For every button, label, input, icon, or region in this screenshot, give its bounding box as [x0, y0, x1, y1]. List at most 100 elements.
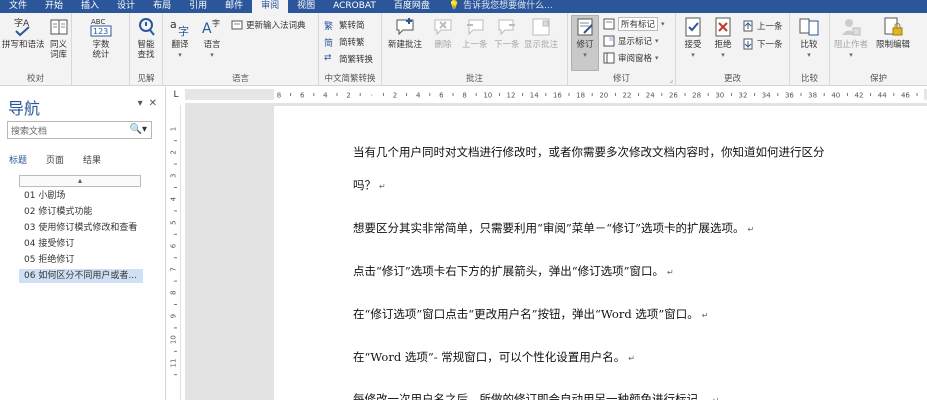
nav-heading[interactable]: 04 接受修订: [19, 237, 143, 251]
word-count-icon: ABC123: [90, 18, 112, 37]
menu-bar: 文件 开始 插入 设计 布局 引用 邮件 审阅 视图 ACROBAT 百度网盘 …: [0, 0, 927, 13]
group-comments: 新建批注 删除 上一条 下一条 显示批注 批注: [382, 13, 568, 86]
traditional-icon: 简: [324, 39, 334, 49]
paragraph[interactable]: 点击“修订”选项卡右下方的扩展箭头，弹出“修订选项”窗口。 ↵: [353, 263, 674, 279]
ruler-number: 4: [416, 92, 421, 100]
vertical-ruler-number: 9: [170, 314, 178, 318]
group-label-compare: 比较: [800, 74, 818, 84]
nav-tab-pages[interactable]: 页面: [46, 153, 64, 166]
word-count-button[interactable]: ABC 123 字数统计: [90, 16, 112, 60]
chevron-down-icon: ▾: [210, 51, 214, 59]
nav-heading[interactable]: 05 拒绝修订: [19, 253, 143, 267]
chevron-down-icon: ▾: [807, 51, 811, 59]
nav-tab-headings[interactable]: 标题: [9, 153, 27, 166]
tell-me-text: 告诉我您想要做什么...: [463, 1, 553, 11]
previous-change-button[interactable]: 上一条: [742, 19, 783, 33]
accept-button[interactable]: 接受 ▾: [682, 16, 704, 60]
language-button[interactable]: A字 语言 ▾: [201, 16, 223, 60]
next-change-button[interactable]: 下一条: [742, 37, 783, 51]
tab-acrobat[interactable]: ACROBAT: [324, 0, 385, 13]
collapse-headings-bar[interactable]: ▴: [19, 175, 141, 187]
tab-insert[interactable]: 插入: [72, 0, 108, 13]
paragraph[interactable]: 当有几个用户同时对文档进行修改时，或者你需要多次修改文档内容时，你知道如何进行区…: [353, 144, 825, 160]
nav-heading[interactable]: 01 小剧场: [19, 189, 143, 203]
delete-comment-button[interactable]: 删除: [432, 16, 454, 50]
paragraph[interactable]: 吗？ ↵: [353, 177, 386, 193]
tab-mailings[interactable]: 邮件: [216, 0, 252, 13]
chinese-convert-button[interactable]: ⇄ 简繁转换: [324, 52, 373, 66]
ruler-number: 6: [439, 92, 444, 100]
tab-home[interactable]: 开始: [36, 0, 72, 13]
tab-design[interactable]: 设计: [108, 0, 144, 13]
group-changes: 接受 ▾ 拒绝 ▾ 上一条 下一条 更改: [676, 13, 790, 86]
show-comments-button[interactable]: 显示批注: [524, 16, 558, 50]
accept-icon: [685, 17, 701, 37]
nav-tab-results[interactable]: 结果: [83, 153, 101, 166]
search-icon[interactable]: 🔍▾: [130, 124, 147, 135]
group-label-changes: 更改: [723, 74, 741, 84]
paragraph[interactable]: 想要区分其实非常简单，只需要利用“审阅”菜单－“修订”选项卡的扩展选项。 ↵: [353, 220, 754, 236]
translate-button[interactable]: a字 翻译 ▾: [169, 16, 191, 60]
compare-button[interactable]: 比较 ▾: [798, 16, 820, 60]
markup-select[interactable]: 所有标记 ▾: [603, 17, 665, 31]
ruler-number: 8: [277, 92, 281, 100]
new-comment-button[interactable]: 新建批注: [388, 16, 422, 50]
to-simplified-button[interactable]: 繁 繁转简: [324, 18, 365, 32]
restrict-editing-button[interactable]: 限制编辑: [876, 16, 910, 50]
ruler-number: ·: [371, 92, 373, 100]
vertical-ruler-number: 7: [170, 267, 178, 271]
reject-button[interactable]: 拒绝 ▾: [712, 16, 734, 60]
svg-text:字: 字: [178, 24, 189, 38]
thesaurus-button[interactable]: 同义词库: [46, 16, 71, 60]
vertical-ruler-number: 5: [170, 220, 178, 224]
tab-file[interactable]: 文件: [0, 0, 36, 13]
nav-search-input[interactable]: 搜索文档 🔍▾: [7, 121, 152, 139]
block-authors-button[interactable]: 阻止作者 ▾: [834, 16, 868, 60]
tab-selector[interactable]: L: [168, 87, 184, 103]
smart-lookup-button[interactable]: 智能查找: [134, 16, 158, 60]
previous-change-icon: [743, 20, 753, 32]
tab-references[interactable]: 引用: [180, 0, 216, 13]
nav-controls: ▾ ✕: [138, 98, 157, 109]
tab-review[interactable]: 审阅: [252, 0, 289, 13]
nav-heading[interactable]: 02 修订模式功能: [19, 205, 143, 219]
paragraph[interactable]: 在“Word 选项”- 常规窗口，可以个性化设置用户名。 ↵: [353, 349, 635, 365]
paragraph-mark: ↵: [667, 268, 674, 277]
to-traditional-button[interactable]: 简 简转繁: [324, 35, 365, 49]
group-chinese-conversion: 繁 繁转简 简 简转繁 ⇄ 简繁转换 中文简繁转换: [319, 13, 382, 86]
nav-tabs: 标题 页面 结果: [9, 153, 101, 166]
paragraph-mark: ↵: [628, 354, 635, 363]
nav-options-icon[interactable]: ▾: [138, 98, 143, 109]
lock-icon: [884, 17, 903, 36]
tab-layout[interactable]: 布局: [144, 0, 180, 13]
group-insights: 智能查找 见解: [130, 13, 163, 86]
vertical-ruler-number: 11: [170, 359, 178, 368]
smart-lookup-icon: [139, 18, 155, 36]
horizontal-ruler[interactable]: 8 6 4 2 · 2 4 6 8 10 12 14 16 18 20 22 24 26 28 30 32 34 36 38 4…: [185, 89, 927, 100]
tracking-options-launcher[interactable]: ⌟: [670, 76, 673, 84]
nav-heading-selected[interactable]: 06 如何区分不同用户或者...: [19, 269, 143, 283]
close-icon[interactable]: ✕: [149, 98, 157, 109]
paragraph[interactable]: 在“修订选项”窗口点击“更改用户名”按钮，弹出“Word 选项”窗口。 ↵: [353, 306, 708, 322]
reviewing-pane-button[interactable]: 审阅窗格 ▾: [603, 51, 659, 65]
update-ime-dictionary-button[interactable]: 更新输入法词典: [231, 18, 306, 32]
convert-icon: ⇄: [324, 53, 332, 63]
previous-comment-button[interactable]: 上一条: [462, 16, 488, 50]
tell-me-box[interactable]: 💡 告诉我您想要做什么...: [439, 0, 553, 13]
tab-baidu-netdisk[interactable]: 百度网盘: [385, 0, 439, 13]
tab-view[interactable]: 视图: [288, 0, 324, 13]
group-protect: 阻止作者 ▾ 限制编辑 保护: [830, 13, 927, 86]
next-comment-button[interactable]: 下一条: [494, 16, 520, 50]
spelling-icon: 字A: [14, 17, 30, 37]
spelling-grammar-button[interactable]: 字A 拼写和语法: [2, 16, 45, 50]
ruler-number: 2: [393, 92, 397, 100]
ruler-number: 8: [462, 92, 466, 100]
ruler-number: 14: [530, 92, 539, 100]
show-markup-button[interactable]: 显示标记 ▾: [603, 34, 659, 48]
paragraph[interactable]: 每修改一次用户名之后，所做的修订即会自动用另一种颜色进行标记。↵: [353, 391, 719, 400]
vertical-ruler[interactable]: 1 2 3 4 5 6 7 8 9 10 11: [170, 105, 181, 400]
nav-heading[interactable]: 03 使用修订模式修改和查看: [19, 221, 143, 235]
document-page[interactable]: 当有几个用户同时对文档进行修改时，或者你需要多次修改文档内容时，你知道如何进行区…: [274, 106, 927, 400]
compare-icon: [799, 18, 819, 36]
track-changes-button[interactable]: 修订 ▾: [571, 15, 599, 71]
